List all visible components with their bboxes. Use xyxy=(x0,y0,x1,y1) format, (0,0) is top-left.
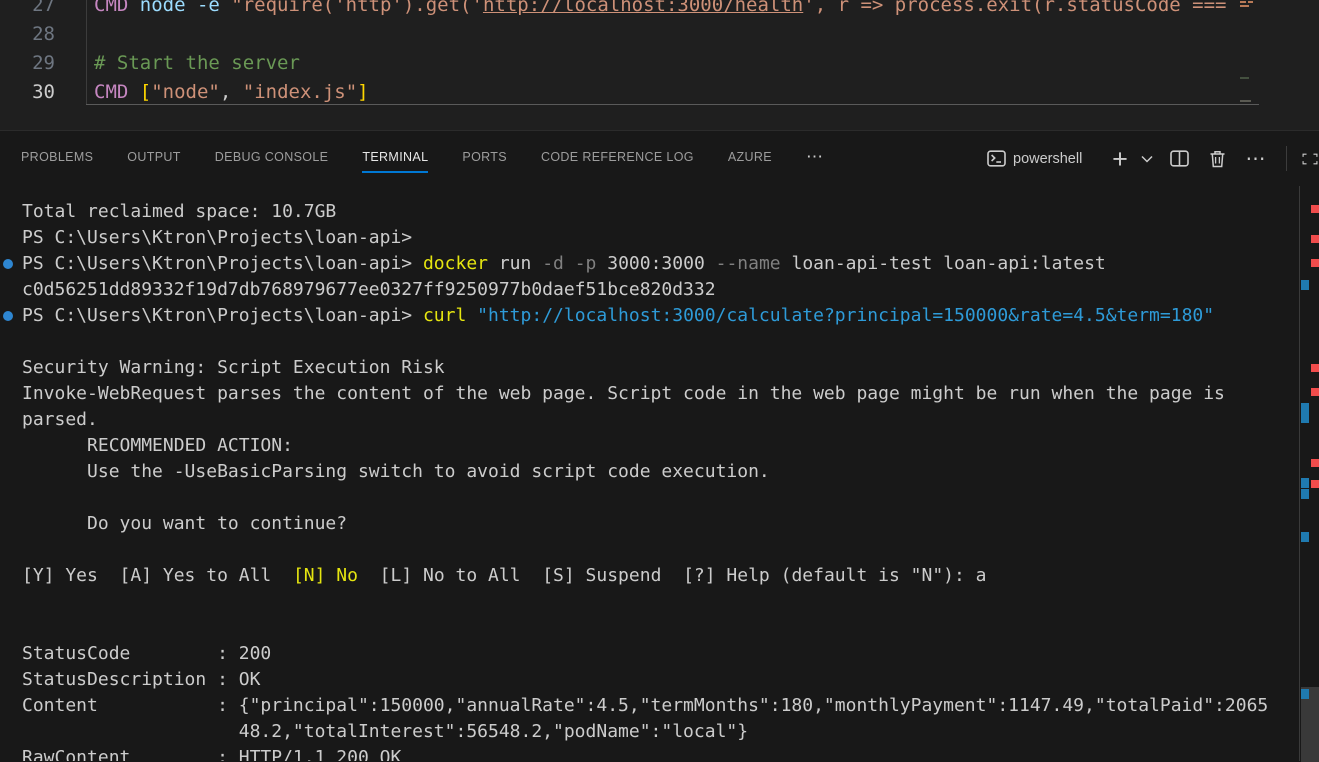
ruler-mark-red xyxy=(1311,364,1319,372)
split-terminal-icon[interactable] xyxy=(1166,131,1192,186)
terminal-lines: Total reclaimed space: 10.7GBPS C:\Users… xyxy=(0,186,1299,761)
terminal-output[interactable]: Total reclaimed space: 10.7GBPS C:\Users… xyxy=(0,186,1299,761)
terminal-line: RawContent : HTTP/1.1 200 OK xyxy=(0,745,1299,761)
command-decoration-icon[interactable] xyxy=(3,259,13,269)
ruler-mark-blue xyxy=(1301,413,1309,423)
ruler-mark-red xyxy=(1311,459,1319,467)
ruler-mark-blue xyxy=(1301,532,1309,542)
tab-azure[interactable]: AZURE xyxy=(728,145,772,173)
minimap-mark xyxy=(1240,5,1249,7)
terminal-line: parsed. xyxy=(0,407,1299,433)
editor-rule-line xyxy=(86,104,1259,105)
new-terminal-icon[interactable]: + xyxy=(1106,131,1134,186)
editor-guide-line xyxy=(86,0,87,104)
terminal-line: RECOMMENDED ACTION: xyxy=(0,433,1299,459)
terminal-line: PS C:\Users\Ktron\Projects\loan-api> xyxy=(0,225,1299,251)
terminal-line: Use the -UseBasicParsing switch to avoid… xyxy=(0,459,1299,485)
terminal-profile-chevron-down-icon[interactable] xyxy=(1138,131,1156,186)
terminal-line xyxy=(0,537,1299,563)
terminal-line: StatusDescription : OK xyxy=(0,667,1299,693)
powershell-terminal-icon xyxy=(985,131,1007,186)
code-editor[interactable]: 27CMD node -e "require('http').get('http… xyxy=(0,0,1319,130)
terminal-line: PS C:\Users\Ktron\Projects\loan-api> doc… xyxy=(0,251,1299,277)
terminal-shell-label[interactable]: powershell xyxy=(1013,131,1082,186)
terminal-line: PS C:\Users\Ktron\Projects\loan-api> cur… xyxy=(0,303,1299,329)
tab-debug-console[interactable]: DEBUG CONSOLE xyxy=(215,145,329,173)
terminal-line: Do you want to continue? xyxy=(0,511,1299,537)
terminal-more-actions-icon[interactable]: ⋯ xyxy=(1242,131,1270,186)
ruler-mark-blue xyxy=(1301,403,1309,413)
command-decoration-icon[interactable] xyxy=(3,311,13,321)
tab-problems[interactable]: PROBLEMS xyxy=(21,145,93,173)
minimap-mark xyxy=(1240,100,1251,102)
terminal-line xyxy=(0,589,1299,615)
terminal-overview-ruler xyxy=(1299,186,1319,761)
line-number: 29 xyxy=(0,49,55,78)
terminal-line xyxy=(0,615,1299,641)
ruler-mark-red xyxy=(1311,205,1319,213)
ruler-mark-blue xyxy=(1301,478,1309,488)
terminal-line: StatusCode : 200 xyxy=(0,641,1299,667)
ruler-mark-red xyxy=(1311,259,1319,267)
terminal-line: Security Warning: Script Execution Risk xyxy=(0,355,1299,381)
tab-terminal[interactable]: TERMINAL xyxy=(362,145,428,173)
minimap-mark xyxy=(1240,77,1249,79)
panel-tabbar: PROBLEMS OUTPUT DEBUG CONSOLE TERMINAL P… xyxy=(0,131,1319,186)
terminal-line: Total reclaimed space: 10.7GB xyxy=(0,199,1299,225)
line-number: 30 xyxy=(0,78,55,107)
editor-line[interactable]: 28 xyxy=(0,20,1319,49)
code-text xyxy=(55,20,94,49)
ruler-mark-blue xyxy=(1301,489,1309,499)
ruler-mark-blue xyxy=(1301,280,1309,290)
editor-line[interactable]: 29# Start the server xyxy=(0,49,1319,78)
ruler-mark-red xyxy=(1311,480,1319,488)
minimap-mark xyxy=(1240,1,1246,3)
minimap-mark xyxy=(1248,1,1253,3)
terminal-line: Invoke-WebRequest parses the content of … xyxy=(0,381,1299,407)
terminal-line xyxy=(0,329,1299,355)
tab-ports[interactable]: PORTS xyxy=(462,145,507,173)
ruler-mark-blue xyxy=(1301,689,1309,699)
code-text: CMD node -e "require('http').get('http:/… xyxy=(55,0,1227,20)
tab-code-reference-log[interactable]: CODE REFERENCE LOG xyxy=(541,145,694,173)
ruler-mark-red xyxy=(1311,235,1319,243)
tabs-overflow-icon[interactable]: ⋯ xyxy=(806,147,823,171)
code-text: CMD ["node", "index.js"] xyxy=(55,78,369,107)
bottom-panel: PROBLEMS OUTPUT DEBUG CONSOLE TERMINAL P… xyxy=(0,130,1319,761)
kill-terminal-trash-icon[interactable] xyxy=(1204,131,1230,186)
terminal-line: 48.2,"totalInterest":56548.2,"podName":"… xyxy=(0,719,1299,745)
terminal-line xyxy=(0,485,1299,511)
ruler-mark-red xyxy=(1311,388,1319,396)
maximize-panel-icon[interactable] xyxy=(1301,131,1319,186)
toolbar-divider xyxy=(1286,146,1287,171)
tab-output[interactable]: OUTPUT xyxy=(127,145,181,173)
terminal-line: c0d56251dd89332f19d7db768979677ee0327ff9… xyxy=(0,277,1299,303)
editor-lines: 27CMD node -e "require('http').get('http… xyxy=(0,0,1319,107)
line-number: 28 xyxy=(0,20,55,49)
terminal-line: [Y] Yes [A] Yes to All [N] No [L] No to … xyxy=(0,563,1299,589)
terminal-line: Content : {"principal":150000,"annualRat… xyxy=(0,693,1299,719)
code-text: # Start the server xyxy=(55,49,300,78)
line-number: 27 xyxy=(0,0,55,20)
editor-line[interactable]: 27CMD node -e "require('http').get('http… xyxy=(0,0,1319,20)
editor-line[interactable]: 30CMD ["node", "index.js"] xyxy=(0,78,1319,107)
